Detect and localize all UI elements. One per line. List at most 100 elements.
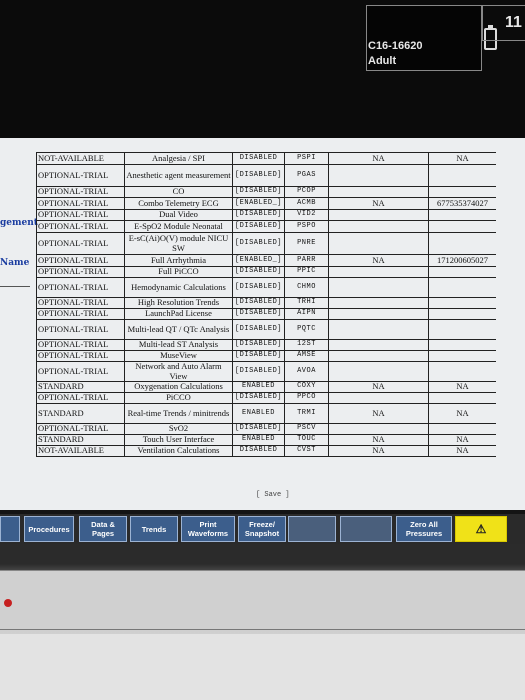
- extra-cell: [428, 266, 496, 278]
- bezel-strip: [0, 570, 525, 630]
- extra-cell: [428, 339, 496, 351]
- extra-cell: NA: [428, 445, 496, 457]
- partial-button[interactable]: [0, 516, 20, 542]
- status-cell: OPTIONAL-TRIAL: [36, 186, 125, 198]
- serial-cell: NA: [328, 403, 429, 424]
- option-name-cell: Multi-lead QT / QTc Analysis: [124, 319, 233, 340]
- clock: 11: [482, 5, 525, 41]
- state-cell: [DISABLED]: [232, 423, 285, 435]
- state-cell: [DISABLED]: [232, 232, 285, 255]
- status-cell: OPTIONAL-TRIAL: [36, 297, 125, 309]
- status-cell: NOT-AVAILABLE: [36, 152, 125, 165]
- table-row: STANDARD Real-time Trends / minitrends ENA…: [36, 403, 496, 424]
- disabled-button-1[interactable]: [288, 516, 336, 542]
- option-name-cell: High Resolution Trends: [124, 297, 233, 309]
- serial-cell: [328, 209, 429, 221]
- code-cell: PCOP: [284, 186, 329, 198]
- extra-cell: [428, 186, 496, 198]
- state-cell: [DISABLED]: [232, 297, 285, 309]
- options-screen: gement Name NOT-AVAILABLE Analgesia / SPI…: [0, 138, 525, 510]
- extra-cell: [428, 164, 496, 187]
- code-cell: PGAS: [284, 164, 329, 187]
- freeze-snapshot-button[interactable]: Freeze/ Snapshot: [238, 516, 286, 542]
- extra-cell: [428, 277, 496, 298]
- status-cell: OPTIONAL-TRIAL: [36, 277, 125, 298]
- extra-cell: 171200605027: [428, 254, 496, 267]
- serial-cell: [328, 319, 429, 340]
- table-row: NOT-AVAILABLE Ventilation Calculations DIS…: [36, 445, 496, 457]
- save-button[interactable]: [ Save ]: [256, 491, 290, 499]
- code-cell: PSCV: [284, 423, 329, 435]
- alarm-silence-button[interactable]: ⚠: [455, 516, 507, 542]
- code-cell: CVST: [284, 445, 329, 457]
- option-name-cell: MuseView: [124, 350, 233, 362]
- table-row: OPTIONAL-TRIAL Multi-lead QT / QTc Analys…: [36, 319, 496, 340]
- table-row: OPTIONAL-TRIAL PiCCO [DISABLED] PPCO: [36, 392, 496, 404]
- left-divider: [0, 286, 30, 287]
- extra-cell: [428, 350, 496, 362]
- extra-cell: NA: [428, 381, 496, 393]
- trends-button[interactable]: Trends: [130, 516, 178, 542]
- option-name-cell: Anesthetic agent measurement: [124, 164, 233, 187]
- table-row: OPTIONAL-TRIAL Full PiCCO [DISABLED] PPIC: [36, 266, 496, 278]
- data-pages-button[interactable]: Data & Pages: [79, 516, 127, 542]
- status-cell: OPTIONAL-TRIAL: [36, 197, 125, 210]
- code-cell: PPCO: [284, 392, 329, 404]
- state-cell: [DISABLED]: [232, 339, 285, 351]
- state-cell: [DISABLED]: [232, 392, 285, 404]
- code-cell: TOUC: [284, 434, 329, 446]
- extra-cell: [428, 308, 496, 320]
- table-row: OPTIONAL-TRIAL LaunchPad License [DISABLED…: [36, 308, 496, 320]
- code-cell: ACMB: [284, 197, 329, 210]
- table-row: OPTIONAL-TRIAL Multi-lead ST Analysis [DIS…: [36, 339, 496, 351]
- table-row: OPTIONAL-TRIAL SvO2 [DISABLED] PSCV: [36, 423, 496, 435]
- code-cell: PQTC: [284, 319, 329, 340]
- extra-cell: [428, 423, 496, 435]
- code-cell: PSPI: [284, 152, 329, 165]
- status-cell: OPTIONAL-TRIAL: [36, 350, 125, 362]
- patient-type: Adult: [368, 55, 397, 67]
- option-name-cell: Network and Auto Alarm View: [124, 361, 233, 382]
- extra-cell: [428, 209, 496, 221]
- table-row: OPTIONAL-TRIAL Dual Video [DISABLED] VID2: [36, 209, 496, 221]
- serial-cell: NA: [328, 254, 429, 267]
- table-row: STANDARD Oxygenation Calculations ENABLED C…: [36, 381, 496, 393]
- state-cell: [DISABLED]: [232, 308, 285, 320]
- code-cell: AIPN: [284, 308, 329, 320]
- status-cell: STANDARD: [36, 381, 125, 393]
- code-cell: 12ST: [284, 339, 329, 351]
- disabled-button-2[interactable]: [340, 516, 392, 542]
- code-cell: PARR: [284, 254, 329, 267]
- serial-cell: [328, 308, 429, 320]
- table-row: OPTIONAL-TRIAL Hemodynamic Calculations [D…: [36, 277, 496, 298]
- left-label-name: Name: [0, 258, 30, 268]
- code-cell: COXY: [284, 381, 329, 393]
- state-cell: ENABLED: [232, 403, 285, 424]
- bed-label: C16-16620: [368, 40, 423, 52]
- print-waveforms-button[interactable]: Print Waveforms: [181, 516, 235, 542]
- state-cell: [DISABLED]: [232, 266, 285, 278]
- serial-cell: [328, 392, 429, 404]
- code-cell: PSPO: [284, 220, 329, 233]
- option-name-cell: E-SpO2 Module Neonatal: [124, 220, 233, 233]
- status-cell: OPTIONAL-TRIAL: [36, 266, 125, 278]
- status-cell: NOT-AVAILABLE: [36, 445, 125, 457]
- serial-cell: NA: [328, 381, 429, 393]
- monitor-base: [0, 634, 525, 700]
- extra-cell: [428, 297, 496, 309]
- state-cell: [ENABLED_]: [232, 197, 285, 210]
- options-table: NOT-AVAILABLE Analgesia / SPI DISABLED PSPI…: [36, 152, 496, 457]
- options-table-wrap: NOT-AVAILABLE Analgesia / SPI DISABLED PSPI…: [36, 152, 496, 484]
- serial-cell: [328, 297, 429, 309]
- table-row: OPTIONAL-TRIAL E-sC(Ai)O(V) module NICU S…: [36, 232, 496, 255]
- extra-cell: [428, 361, 496, 382]
- power-indicator-icon: [4, 599, 12, 607]
- procedures-button[interactable]: Procedures: [24, 516, 74, 542]
- extra-cell: NA: [428, 152, 496, 165]
- code-cell: VID2: [284, 209, 329, 221]
- code-cell: AVOA: [284, 361, 329, 382]
- option-name-cell: SvO2: [124, 423, 233, 435]
- patient-info-box[interactable]: C16-16620 Adult: [366, 5, 497, 71]
- zero-all-pressures-button[interactable]: Zero All Pressures: [396, 516, 452, 542]
- option-name-cell: Multi-lead ST Analysis: [124, 339, 233, 351]
